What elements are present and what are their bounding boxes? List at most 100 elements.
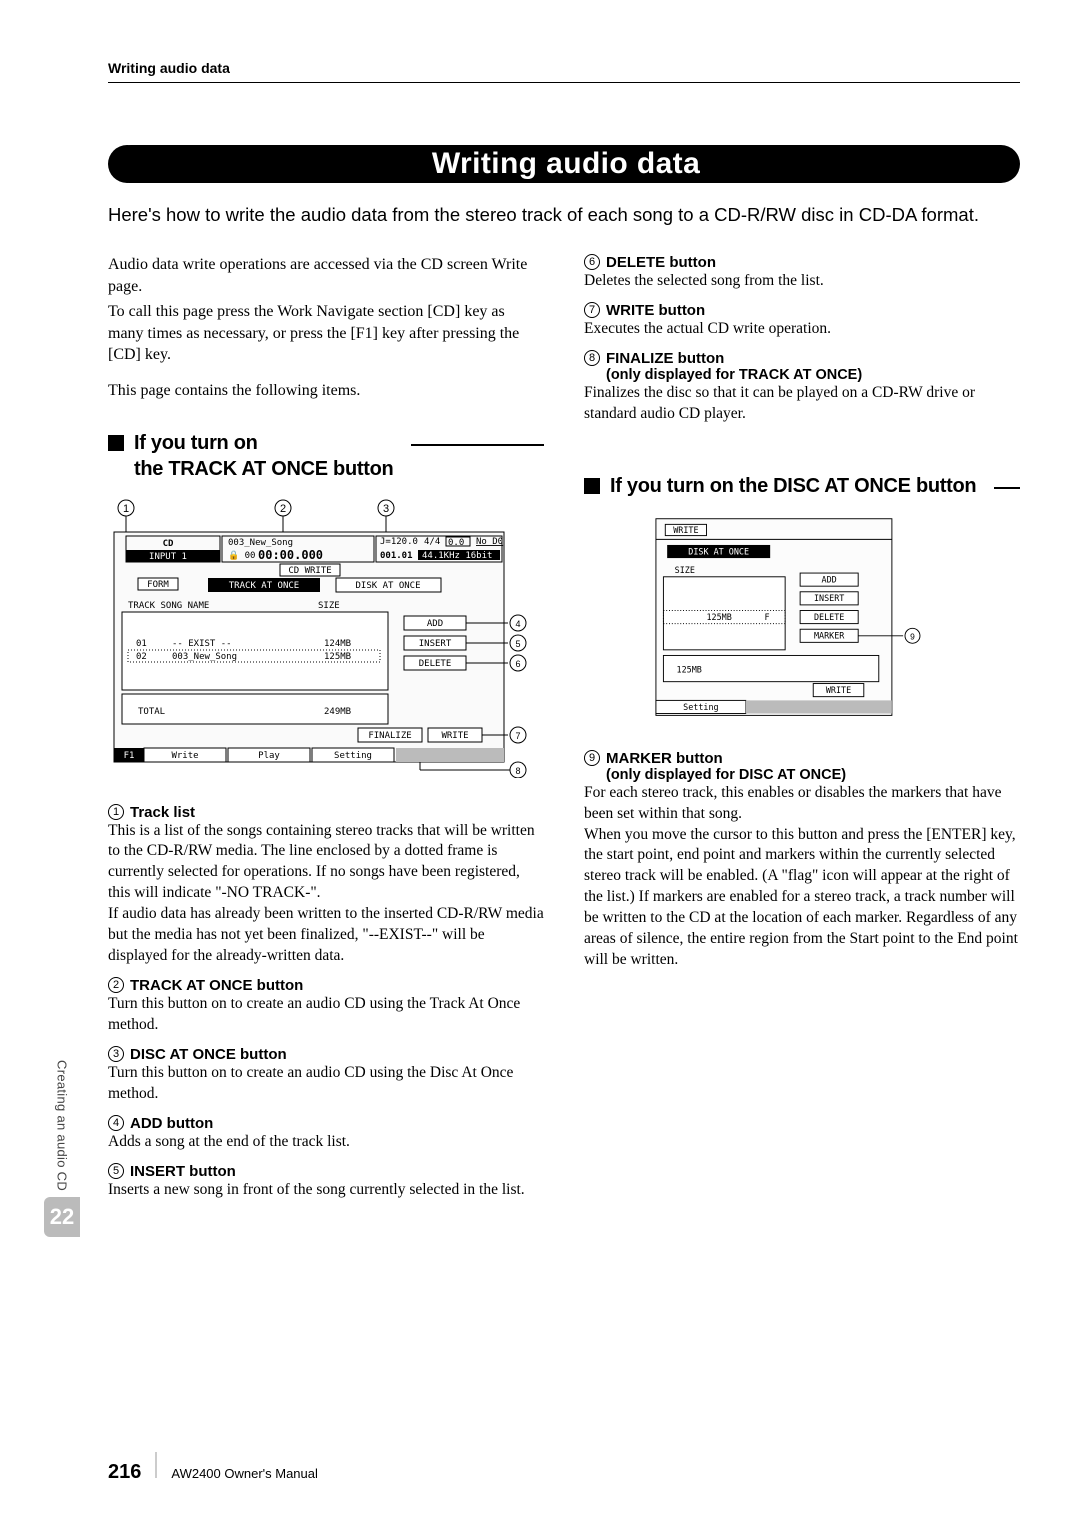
svg-text:CD: CD bbox=[163, 539, 174, 549]
svg-text:4: 4 bbox=[515, 619, 520, 629]
svg-text:6: 6 bbox=[515, 659, 520, 669]
svg-text:WRITE: WRITE bbox=[441, 731, 468, 741]
svg-text:5: 5 bbox=[515, 639, 520, 649]
manual-title: AW2400 Owner's Manual bbox=[171, 1466, 318, 1481]
sidebar-label: Creating an audio CD bbox=[55, 1060, 70, 1191]
svg-text:003_New_Song: 003_New_Song bbox=[228, 538, 293, 548]
svg-text:INSERT: INSERT bbox=[814, 593, 844, 603]
heading-rule bbox=[411, 444, 544, 446]
svg-text:44.1KHz 16bit: 44.1KHz 16bit bbox=[422, 551, 492, 561]
item-5: 5 INSERT button Inserts a new song in fro… bbox=[108, 1163, 544, 1201]
left-para-1: Audio data write operations are accessed… bbox=[108, 254, 544, 297]
item-9-title: MARKER button bbox=[606, 750, 723, 767]
svg-text:Setting: Setting bbox=[683, 701, 718, 711]
svg-text:-- EXIST --: -- EXIST -- bbox=[172, 639, 232, 649]
svg-text:SIZE: SIZE bbox=[675, 565, 695, 575]
item-7-title: WRITE button bbox=[606, 302, 705, 319]
cd-write-screenshot-disc-at-once: WRITE DISK AT ONCE SIZE 125MB F ADD bbox=[652, 515, 952, 726]
svg-text:TOTAL: TOTAL bbox=[138, 707, 165, 717]
item-1: 1 Track list This is a list of the songs … bbox=[108, 804, 544, 967]
subsection-heading-disc-at-once: If you turn on the DISC AT ONCE button bbox=[584, 473, 1020, 499]
running-head: Writing audio data bbox=[108, 60, 1020, 83]
item-3-title: DISC AT ONCE button bbox=[130, 1046, 287, 1063]
svg-text:DISK AT ONCE: DISK AT ONCE bbox=[688, 546, 749, 556]
svg-text:WRITE: WRITE bbox=[673, 524, 698, 534]
item-5-body: Inserts a new song in front of the song … bbox=[108, 1180, 544, 1201]
item-4: 4ADD button Adds a song at the end of th… bbox=[108, 1115, 544, 1153]
svg-text:Play: Play bbox=[258, 751, 280, 761]
item-7-body: Executes the actual CD write operation. bbox=[584, 319, 1020, 340]
item-1-body2: If audio data has already been written t… bbox=[108, 904, 544, 967]
chapter-sidebar: Creating an audio CD 22 bbox=[44, 1060, 80, 1237]
cd-write-screenshot-track-at-once: 1 2 3 CD bbox=[108, 498, 528, 778]
item-2-title: TRACK AT ONCE button bbox=[130, 977, 303, 994]
section-title-banner: Writing audio data bbox=[108, 141, 1020, 187]
svg-text:Write: Write bbox=[171, 751, 198, 761]
item-9: 9MARKER button (only displayed for DISC … bbox=[584, 750, 1020, 971]
item-6-body: Deletes the selected song from the list. bbox=[584, 271, 1020, 292]
circled-4-icon: 4 bbox=[108, 1115, 124, 1131]
svg-text:4/4: 4/4 bbox=[424, 537, 440, 547]
left-body: Audio data write operations are accessed… bbox=[108, 254, 544, 402]
svg-text:DELETE: DELETE bbox=[419, 659, 452, 669]
svg-text:ADD: ADD bbox=[822, 574, 837, 584]
item-6: 6 DELETE button Deletes the selected song… bbox=[584, 254, 1020, 292]
svg-text:TRACK AT ONCE: TRACK AT ONCE bbox=[229, 581, 299, 591]
item-2-body: Turn this button on to create an audio C… bbox=[108, 994, 544, 1036]
circled-5-icon: 5 bbox=[108, 1163, 124, 1179]
item-9-sub: (only displayed for DISC AT ONCE) bbox=[606, 767, 1020, 783]
svg-text:3: 3 bbox=[383, 503, 389, 515]
svg-text:249MB: 249MB bbox=[324, 707, 351, 717]
left-para-2: To call this page press the Work Navigat… bbox=[108, 301, 544, 366]
svg-text:Setting: Setting bbox=[334, 751, 372, 761]
section-title: Writing audio data bbox=[432, 147, 700, 181]
svg-text:001.01: 001.01 bbox=[380, 551, 413, 561]
item-9-body: For each stereo track, this enables or d… bbox=[584, 783, 1020, 825]
svg-text:124MB: 124MB bbox=[324, 639, 351, 649]
item-6-title: DELETE button bbox=[606, 254, 716, 271]
svg-text:1: 1 bbox=[123, 503, 129, 515]
item-8: 8FINALIZE button (only displayed for TRA… bbox=[584, 350, 1020, 425]
circled-2-icon: 2 bbox=[108, 977, 124, 993]
svg-text:2: 2 bbox=[280, 503, 286, 515]
circled-3-icon: 3 bbox=[108, 1046, 124, 1062]
heading-dao: If you turn on the DISC AT ONCE button bbox=[610, 473, 976, 499]
circled-8-icon: 8 bbox=[584, 350, 600, 366]
svg-text:INSERT: INSERT bbox=[419, 639, 452, 649]
item-9-body2: When you move the cursor to this button … bbox=[584, 825, 1020, 971]
svg-text:8: 8 bbox=[515, 766, 520, 776]
svg-text:DELETE: DELETE bbox=[814, 612, 844, 622]
svg-text:J=120.0: J=120.0 bbox=[380, 537, 418, 547]
item-8-title: FINALIZE button bbox=[606, 350, 724, 367]
square-bullet-icon bbox=[108, 435, 124, 451]
heading-line1: If you turn on bbox=[134, 432, 258, 454]
heading-rule bbox=[994, 487, 1020, 489]
svg-text:SIZE: SIZE bbox=[318, 601, 340, 611]
item-2: 2 TRACK AT ONCE button Turn this button o… bbox=[108, 977, 544, 1036]
svg-text:FORM: FORM bbox=[147, 580, 169, 590]
item-1-title: Track list bbox=[130, 804, 195, 821]
svg-text:TRACK SONG NAME: TRACK SONG NAME bbox=[128, 601, 209, 611]
circled-1-icon: 1 bbox=[108, 804, 124, 820]
square-bullet-icon bbox=[584, 478, 600, 494]
item-1-body: This is a list of the songs containing s… bbox=[108, 821, 544, 905]
svg-text:125MB: 125MB bbox=[324, 652, 351, 662]
heading-line2: the TRACK AT ONCE button bbox=[134, 458, 393, 480]
page-footer: 216 AW2400 Owner's Manual bbox=[108, 1452, 318, 1484]
svg-text:F1: F1 bbox=[124, 751, 135, 761]
circled-7-icon: 7 bbox=[584, 302, 600, 318]
left-para-3: This page contains the following items. bbox=[108, 380, 544, 402]
item-8-body: Finalizes the disc so that it can be pla… bbox=[584, 383, 1020, 425]
svg-text:003_New_Song: 003_New_Song bbox=[172, 652, 237, 662]
svg-text:00:00.000: 00:00.000 bbox=[258, 548, 323, 562]
item-5-title: INSERT button bbox=[130, 1163, 236, 1180]
page-number: 216 bbox=[108, 1461, 141, 1484]
svg-text:ADD: ADD bbox=[427, 619, 443, 629]
svg-text:No D0: No D0 bbox=[476, 537, 503, 547]
svg-text:F: F bbox=[765, 612, 770, 622]
circled-6-icon: 6 bbox=[584, 254, 600, 270]
svg-text:DISK AT ONCE: DISK AT ONCE bbox=[355, 581, 420, 591]
banner-dot bbox=[108, 145, 146, 183]
svg-text:WRITE: WRITE bbox=[826, 685, 851, 695]
svg-text:MARKER: MARKER bbox=[814, 630, 845, 640]
